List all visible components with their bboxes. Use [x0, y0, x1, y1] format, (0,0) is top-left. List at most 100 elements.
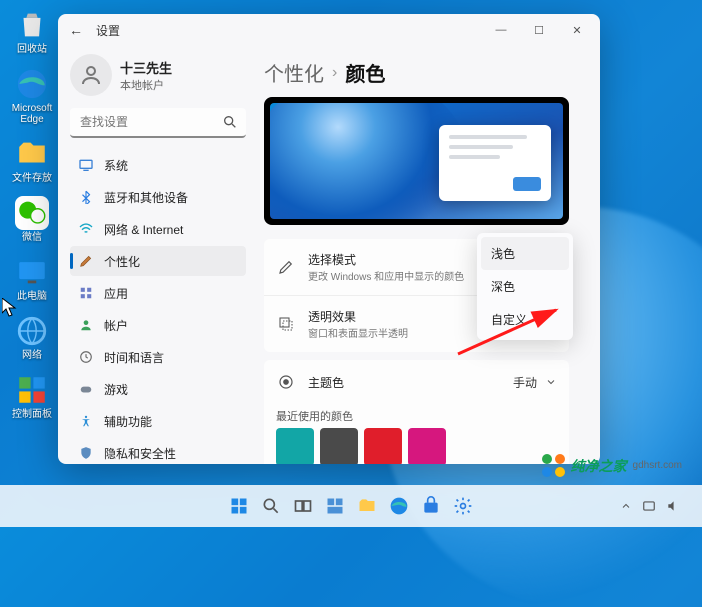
taskbar-settings-icon[interactable] — [450, 493, 476, 519]
nav-label: 辅助功能 — [104, 413, 152, 430]
taskbar-store-icon[interactable] — [418, 493, 444, 519]
mode-transparency-card: 选择模式 更改 Windows 和应用中显示的颜色 浅色 深色 自定义 透明效果… — [264, 239, 569, 352]
cursor-icon — [2, 298, 18, 318]
desktop-icon-label: 微信 — [22, 232, 42, 243]
desktop-icon-network[interactable]: 网络 — [6, 314, 58, 361]
desktop-icon-label: 网络 — [22, 350, 42, 361]
sidebar-item-privacy[interactable]: 隐私和安全性 — [70, 438, 246, 464]
chevron-right-icon: › — [332, 64, 337, 82]
desktop-icon-label: 控制面板 — [12, 409, 52, 420]
preview-window-mock — [439, 125, 551, 201]
bluetooth-icon — [78, 189, 94, 205]
watermark-url: gdhsrt.com — [633, 460, 682, 471]
sidebar-item-network[interactable]: 网络 & Internet — [70, 214, 246, 244]
nav-label: 时间和语言 — [104, 349, 164, 366]
gaming-icon — [78, 381, 94, 397]
setting-sub: 窗口和表面显示半透明 — [308, 325, 408, 340]
color-swatch[interactable] — [408, 428, 446, 464]
color-swatch[interactable] — [276, 428, 314, 464]
nav-label: 应用 — [104, 285, 128, 302]
nav-label: 帐户 — [104, 317, 128, 334]
desktop-icon-label: Microsoft Edge — [6, 103, 58, 125]
sidebar-item-apps[interactable]: 应用 — [70, 278, 246, 308]
taskbar-tray[interactable] — [620, 499, 690, 513]
chevron-up-icon[interactable] — [620, 500, 632, 512]
system-icon — [78, 157, 94, 173]
content-area: 个性化 › 颜色 选择模式 更改 Windows 和应用中显示的颜 — [258, 46, 600, 464]
color-swatch[interactable] — [364, 428, 402, 464]
sidebar-item-accessibility[interactable]: 辅助功能 — [70, 406, 246, 436]
desktop-icon-controlpanel[interactable]: 控制面板 — [6, 373, 58, 420]
setting-mode[interactable]: 选择模式 更改 Windows 和应用中显示的颜色 浅色 深色 自定义 — [264, 239, 569, 295]
desktop-icons: 回收站 Microsoft Edge 文件存放 微信 此电脑 网络 控制面板 — [6, 8, 58, 420]
avatar — [70, 54, 112, 96]
sidebar-item-accounts[interactable]: 帐户 — [70, 310, 246, 340]
user-profile[interactable]: 十三先生 本地帐户 — [70, 54, 246, 96]
start-button[interactable] — [226, 493, 252, 519]
taskbar — [0, 485, 702, 527]
desktop-icon-label: 此电脑 — [17, 291, 47, 302]
titlebar: ← 设置 — ☐ ✕ — [58, 14, 600, 46]
close-button[interactable]: ✕ — [558, 14, 596, 46]
recent-colors — [264, 424, 569, 464]
setting-accent[interactable]: 主题色 手动 — [264, 360, 569, 404]
desktop-icon-recycle[interactable]: 回收站 — [6, 8, 58, 55]
search-box — [70, 108, 246, 138]
user-type: 本地帐户 — [120, 77, 172, 93]
search-icon — [222, 114, 238, 130]
accent-value: 手动 — [513, 374, 537, 391]
accent-value-control[interactable]: 手动 — [513, 374, 557, 391]
widgets-icon[interactable] — [322, 493, 348, 519]
color-swatch[interactable] — [320, 428, 358, 464]
nav-list: 系统 蓝牙和其他设备 网络 & Internet 个性化 应用 帐户 时间和语言… — [70, 150, 246, 464]
search-input[interactable] — [70, 108, 246, 138]
taskbar-search-icon[interactable] — [258, 493, 284, 519]
desktop-icon-wechat[interactable]: 微信 — [6, 196, 58, 243]
transparency-icon — [276, 314, 296, 334]
dropdown-option-light[interactable]: 浅色 — [481, 237, 569, 270]
breadcrumb: 个性化 › 颜色 — [264, 58, 582, 87]
watermark: 纯净之家 gdhsrt.com — [542, 454, 682, 477]
account-icon — [78, 317, 94, 333]
setting-title: 透明效果 — [308, 308, 408, 325]
nav-label: 游戏 — [104, 381, 128, 398]
user-name: 十三先生 — [120, 58, 172, 77]
back-button[interactable]: ← — [62, 22, 90, 38]
minimize-button[interactable]: — — [482, 14, 520, 46]
dropdown-option-custom[interactable]: 自定义 — [481, 303, 569, 336]
taskbar-edge-icon[interactable] — [386, 493, 412, 519]
desktop-icon-edge[interactable]: Microsoft Edge — [6, 67, 58, 125]
nav-label: 个性化 — [104, 253, 140, 270]
color-preview — [264, 97, 569, 225]
sidebar-item-personalize[interactable]: 个性化 — [70, 246, 246, 276]
volume-icon[interactable] — [666, 499, 680, 513]
sidebar: 十三先生 本地帐户 系统 蓝牙和其他设备 网络 & Internet 个性化 应… — [58, 46, 258, 464]
accent-card: 主题色 手动 最近使用的颜色 Windows 颜色 — [264, 360, 569, 464]
desktop-icon-label: 文件存放 — [12, 173, 52, 184]
apps-icon — [78, 285, 94, 301]
sidebar-item-time[interactable]: 时间和语言 — [70, 342, 246, 372]
brush-icon — [276, 257, 296, 277]
settings-window: ← 设置 — ☐ ✕ 十三先生 本地帐户 系统 蓝牙和其他设 — [58, 14, 600, 464]
sidebar-item-gaming[interactable]: 游戏 — [70, 374, 246, 404]
ime-icon[interactable] — [642, 499, 656, 513]
desktop-icon-thispc[interactable]: 此电脑 — [6, 255, 58, 302]
nav-label: 蓝牙和其他设备 — [104, 189, 188, 206]
dropdown-option-dark[interactable]: 深色 — [481, 270, 569, 303]
setting-sub: 更改 Windows 和应用中显示的颜色 — [308, 268, 464, 283]
breadcrumb-parent[interactable]: 个性化 — [264, 58, 324, 87]
sidebar-item-system[interactable]: 系统 — [70, 150, 246, 180]
task-view-icon[interactable] — [290, 493, 316, 519]
nav-label: 网络 & Internet — [104, 221, 183, 238]
recent-colors-title: 最近使用的颜色 — [276, 408, 557, 424]
window-title: 设置 — [96, 22, 120, 39]
accent-icon — [276, 372, 296, 392]
desktop-icon-label: 回收站 — [17, 44, 47, 55]
maximize-button[interactable]: ☐ — [520, 14, 558, 46]
setting-title: 选择模式 — [308, 251, 464, 268]
accessibility-icon — [78, 413, 94, 429]
desktop-icon-folder[interactable]: 文件存放 — [6, 137, 58, 184]
sidebar-item-bluetooth[interactable]: 蓝牙和其他设备 — [70, 182, 246, 212]
clock-icon — [78, 349, 94, 365]
taskbar-explorer-icon[interactable] — [354, 493, 380, 519]
